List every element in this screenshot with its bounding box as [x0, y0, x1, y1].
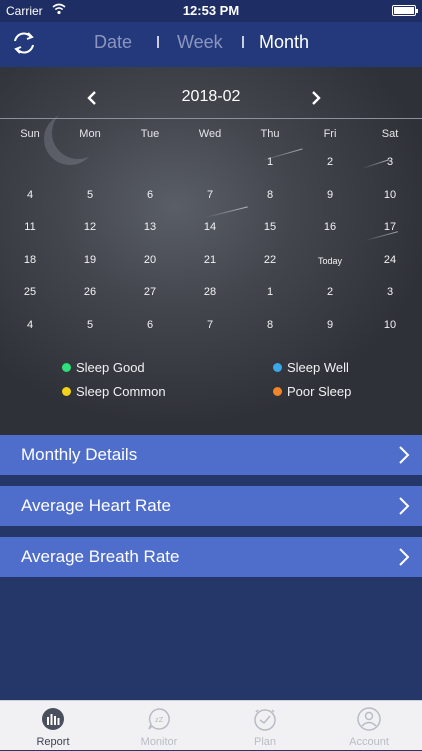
legend-sleep-well: Sleep Well: [273, 360, 349, 375]
tab-separator: [157, 36, 159, 48]
calendar-day-today[interactable]: Today: [300, 256, 360, 266]
legend-label: Sleep Good: [76, 360, 145, 375]
row-label: Monthly Details: [21, 445, 138, 464]
weekday-label: Tue: [140, 128, 160, 140]
weekday-label: Sun: [20, 128, 40, 140]
tab-label: Monitor: [140, 736, 178, 748]
calendar-day[interactable]: 10: [360, 319, 420, 331]
monitor-icon: zZ: [148, 708, 170, 730]
calendar-day[interactable]: 8: [240, 319, 300, 331]
weekday-label: Fri: [323, 128, 337, 140]
calendar-day[interactable]: 11: [0, 221, 60, 233]
legend-dot: [273, 363, 282, 372]
calendar-day[interactable]: 7: [180, 319, 240, 331]
tab-label: Plan: [253, 736, 277, 748]
plan-icon: [254, 709, 276, 731]
legend-sleep-common: Sleep Common: [62, 384, 166, 399]
calendar-day[interactable]: 17: [360, 221, 420, 233]
calendar-day[interactable]: 3: [360, 286, 420, 298]
calendar-day[interactable]: 9: [300, 189, 360, 201]
row-label: Average Breath Rate: [21, 547, 180, 566]
tab-monitor[interactable]: zZ Monitor: [106, 701, 212, 751]
calendar-day[interactable]: 6: [120, 189, 180, 201]
tab-plan[interactable]: Plan: [212, 701, 318, 751]
calendar-day[interactable]: 8: [240, 189, 300, 201]
header-bar: Date Week Month: [0, 22, 422, 67]
refresh-icon[interactable]: [10, 29, 38, 57]
calendar-day[interactable]: 27: [120, 286, 180, 298]
average-breath-rate-row[interactable]: Average Breath Rate: [0, 537, 422, 577]
weekday-label: Mon: [79, 128, 101, 140]
bottom-tab-bar: Report zZ Monitor Plan Account: [0, 700, 422, 750]
report-icon: [42, 708, 64, 730]
weekday-label: Thu: [260, 128, 280, 140]
weekday-label: Wed: [198, 128, 222, 140]
status-bar: Carrier 12:53 PM: [0, 0, 422, 22]
legend-poor-sleep: Poor Sleep: [273, 384, 351, 399]
chevron-right-icon: [399, 446, 410, 464]
calendar-day[interactable]: 2: [300, 286, 360, 298]
calendar-day[interactable]: 4: [0, 189, 60, 201]
calendar-day[interactable]: 18: [0, 254, 60, 266]
legend-dot: [62, 363, 71, 372]
svg-text:zZ: zZ: [155, 716, 164, 724]
shooting-star: [204, 206, 248, 218]
calendar-day[interactable]: 4: [0, 319, 60, 331]
tab-date[interactable]: Date: [94, 32, 132, 53]
legend-label: Poor Sleep: [287, 384, 352, 399]
calendar-day[interactable]: 9: [300, 319, 360, 331]
row-label: Average Heart Rate: [21, 496, 171, 515]
calendar-day[interactable]: 24: [360, 254, 420, 266]
calendar-day[interactable]: 13: [120, 221, 180, 233]
calendar-day[interactable]: 12: [60, 221, 120, 233]
calendar-panel: 2018-02 Sun Mon Tue Wed Thu Fri Sat 1234…: [0, 67, 422, 435]
tab-separator: [242, 36, 244, 48]
status-time: 12:53 PM: [182, 3, 240, 18]
month-title: 2018-02: [181, 88, 241, 105]
next-month-icon[interactable]: [309, 91, 323, 105]
tab-report[interactable]: Report: [0, 701, 106, 751]
tab-label: Account: [349, 736, 389, 748]
legend-dot: [62, 387, 71, 396]
calendar-day[interactable]: 28: [180, 286, 240, 298]
tab-label: Report: [36, 736, 70, 748]
calendar-day[interactable]: 20: [120, 254, 180, 266]
calendar-day[interactable]: 19: [60, 254, 120, 266]
legend-label: Sleep Common: [76, 384, 166, 399]
legend-sleep-good: Sleep Good: [62, 360, 145, 375]
monthly-details-row[interactable]: Monthly Details: [0, 435, 422, 475]
weekday-header: Sun Mon Tue Wed Thu Fri Sat: [0, 128, 422, 144]
account-icon: [357, 707, 381, 731]
calendar-day[interactable]: 2: [300, 156, 360, 168]
calendar-divider: [0, 118, 422, 119]
weekday-label: Sat: [381, 128, 399, 140]
calendar-day[interactable]: 14: [180, 221, 240, 233]
legend-dot: [273, 387, 282, 396]
tab-account[interactable]: Account: [316, 701, 422, 751]
calendar-day[interactable]: 1: [240, 286, 300, 298]
calendar-day[interactable]: 7: [180, 189, 240, 201]
calendar-day[interactable]: 16: [300, 221, 360, 233]
calendar-day[interactable]: 6: [120, 319, 180, 331]
tab-month[interactable]: Month: [259, 32, 309, 53]
tab-week[interactable]: Week: [177, 32, 223, 53]
calendar-day[interactable]: 5: [60, 319, 120, 331]
calendar-day[interactable]: 22: [240, 254, 300, 266]
calendar-day[interactable]: 10: [360, 189, 420, 201]
calendar-day[interactable]: 25: [0, 286, 60, 298]
calendar-day[interactable]: 26: [60, 286, 120, 298]
battery-icon: [392, 5, 418, 16]
calendar-day[interactable]: 15: [240, 221, 300, 233]
chevron-right-icon: [399, 497, 410, 515]
calendar-day[interactable]: 5: [60, 189, 120, 201]
average-heart-rate-row[interactable]: Average Heart Rate: [0, 486, 422, 526]
legend-label: Sleep Well: [287, 360, 349, 375]
chevron-right-icon: [399, 548, 410, 566]
calendar-day[interactable]: 21: [180, 254, 240, 266]
